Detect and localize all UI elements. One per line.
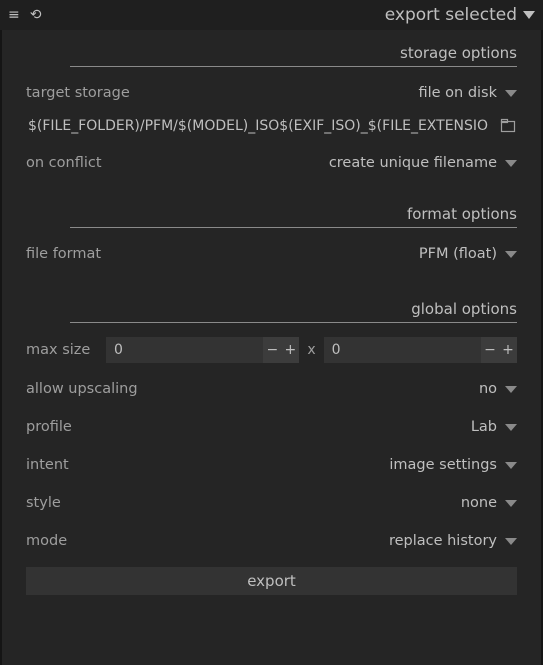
on-conflict-value: create unique filename <box>329 155 497 171</box>
intent-label: intent <box>26 457 69 473</box>
file-format-value: PFM (float) <box>419 246 497 262</box>
max-height-value: 0 <box>324 342 481 358</box>
plus-icon[interactable]: + <box>499 337 517 363</box>
style-row[interactable]: style none <box>26 491 517 515</box>
intent-row[interactable]: intent image settings <box>26 453 517 477</box>
mode-label: mode <box>26 533 67 549</box>
export-panel: storage options target storage file on d… <box>0 30 543 665</box>
profile-label: profile <box>26 419 72 435</box>
chevron-down-icon <box>505 251 517 258</box>
chevron-down-icon <box>505 462 517 469</box>
export-button[interactable]: export <box>26 567 517 595</box>
export-button-label: export <box>247 572 296 590</box>
style-value: none <box>461 495 497 511</box>
target-storage-label: target storage <box>26 85 130 101</box>
file-format-row[interactable]: file format PFM (float) <box>26 242 517 266</box>
section-storage-options: storage options <box>70 44 517 67</box>
allow-upscaling-row[interactable]: allow upscaling no <box>26 377 517 401</box>
mode-row[interactable]: mode replace history <box>26 529 517 553</box>
on-conflict-row[interactable]: on conflict create unique filename <box>26 151 517 175</box>
max-size-label: max size <box>26 342 98 358</box>
module-header: ≡ ⟲ export selected <box>0 0 543 30</box>
chevron-down-icon <box>505 538 517 545</box>
profile-value: Lab <box>471 419 497 435</box>
style-label: style <box>26 495 61 511</box>
max-height-stepper[interactable]: 0 − + <box>324 337 517 363</box>
max-width-value: 0 <box>106 342 263 358</box>
minus-icon[interactable]: − <box>263 337 281 363</box>
module-title[interactable]: export selected <box>385 5 517 25</box>
chevron-down-icon <box>505 500 517 507</box>
allow-upscaling-value: no <box>479 381 497 397</box>
chevron-down-icon <box>505 90 517 97</box>
section-global-options: global options <box>70 300 517 323</box>
intent-value: image settings <box>389 457 497 473</box>
plus-icon[interactable]: + <box>281 337 299 363</box>
minus-icon[interactable]: − <box>481 337 499 363</box>
folder-picker-icon[interactable] <box>499 117 517 135</box>
chevron-down-icon <box>505 160 517 167</box>
max-width-stepper[interactable]: 0 − + <box>106 337 299 363</box>
reset-icon[interactable]: ⟲ <box>30 8 42 22</box>
export-path-input[interactable] <box>26 115 491 137</box>
chevron-down-icon <box>505 424 517 431</box>
profile-row[interactable]: profile Lab <box>26 415 517 439</box>
on-conflict-label: on conflict <box>26 155 102 171</box>
preset-menu-icon[interactable]: ≡ <box>8 8 20 22</box>
section-format-options: format options <box>70 205 517 228</box>
collapse-icon[interactable] <box>523 11 535 19</box>
size-x-separator: x <box>307 342 315 358</box>
file-format-label: file format <box>26 246 101 262</box>
mode-value: replace history <box>389 533 497 549</box>
chevron-down-icon <box>505 386 517 393</box>
target-storage-value: file on disk <box>418 85 497 101</box>
allow-upscaling-label: allow upscaling <box>26 381 138 397</box>
target-storage-row[interactable]: target storage file on disk <box>26 81 517 105</box>
